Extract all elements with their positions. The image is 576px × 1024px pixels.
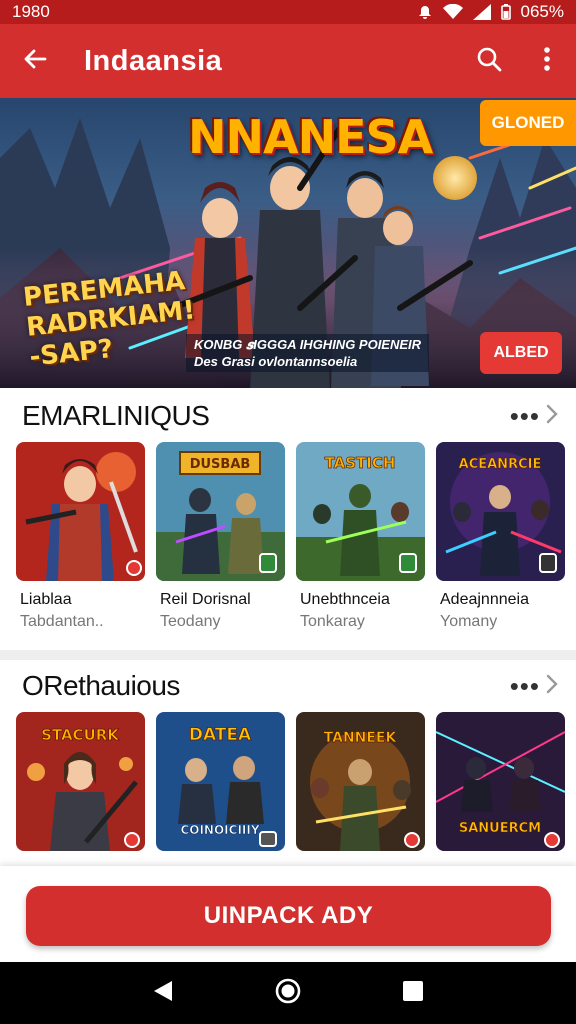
- game-card[interactable]: TANNEEK: [296, 712, 425, 861]
- nav-recents-icon: [402, 980, 424, 1007]
- section-header: ORethauious •••: [0, 660, 576, 712]
- game-card[interactable]: STACURK: [16, 712, 145, 861]
- more-dots-icon: •••: [509, 401, 540, 431]
- game-card[interactable]: TASTICH Unebthnceia Tonkaray: [296, 442, 425, 631]
- game-thumbnail: DUSBAB: [156, 442, 285, 581]
- hero-caption-line1: KONBG 𝒔IGGGA IHGHING POIENEIR: [194, 337, 422, 352]
- status-badge-bottom[interactable]: ALBED: [480, 332, 562, 374]
- game-name: Reil Dorisnal: [160, 591, 251, 608]
- page-title: Indaansia: [84, 44, 223, 77]
- game-thumbnail: DATEA COINOICIIIY: [156, 712, 285, 851]
- app-bar: Indaansia: [0, 24, 576, 98]
- back-button[interactable]: [0, 24, 70, 98]
- game-thumbnail: STACURK: [16, 712, 145, 851]
- section-title: EMARLINIQUS: [22, 400, 210, 431]
- notification-icon: [417, 4, 433, 20]
- game-subtitle: Yomany: [440, 613, 498, 630]
- search-icon: [475, 45, 503, 78]
- status-bar: 1980 065%: [0, 0, 576, 24]
- signal-icon: [472, 4, 491, 20]
- game-banner-text: TANNEEK: [324, 730, 398, 746]
- battery-icon: [500, 4, 511, 20]
- game-card[interactable]: DATEA COINOICIIIY: [156, 712, 285, 861]
- nav-home-icon: [275, 978, 301, 1009]
- game-thumbnail: ACEANRCIE: [436, 442, 565, 581]
- section-more-button[interactable]: •••: [510, 673, 558, 699]
- section-1: EMARLINIQUS ••• Liablaa Tabdantan.. DUSB…: [0, 390, 576, 631]
- game-thumbnail: [16, 442, 145, 581]
- search-button[interactable]: [460, 24, 518, 98]
- status-icons: 065%: [417, 2, 564, 22]
- game-banner-text: STACURK: [41, 726, 120, 744]
- game-name: Liablaa: [20, 591, 72, 608]
- game-subtitle: Tonkaray: [300, 613, 365, 630]
- overflow-menu-icon: [543, 46, 551, 77]
- game-subtitle: Tabdantan..: [20, 613, 104, 630]
- hero-slogan: PEREMAHA RADRKIAM! -SAP?: [21, 266, 197, 373]
- hero-caption-line2: Des Grasi ovlontannsoelia: [194, 354, 358, 369]
- game-banner-text: TASTICH: [325, 454, 396, 472]
- game-card[interactable]: DUSBAB Reil Dorisnal Teodany: [156, 442, 285, 631]
- card-row: Liablaa Tabdantan.. DUSBAB Reil Dorisnal…: [0, 442, 576, 631]
- nav-home-button[interactable]: [264, 969, 312, 1017]
- game-banner-text: SANUERCM: [459, 821, 541, 836]
- game-thumbnail: TASTICH: [296, 442, 425, 581]
- nav-recents-button[interactable]: [389, 969, 437, 1017]
- game-banner-text: DUSBAB: [190, 457, 251, 472]
- game-name: Adeajnnneia: [440, 591, 529, 608]
- chevron-right-icon: [546, 404, 558, 429]
- system-nav-bar: [0, 962, 576, 1024]
- battery-percent: 065%: [520, 2, 564, 21]
- overflow-menu-button[interactable]: [518, 24, 576, 98]
- game-card[interactable]: SANUERCM: [436, 712, 565, 861]
- nav-back-button[interactable]: [139, 969, 187, 1017]
- section-more-button[interactable]: •••: [510, 403, 558, 429]
- game-thumbnail: TANNEEK: [296, 712, 425, 851]
- chevron-right-icon: [546, 674, 558, 699]
- game-bottom-text: COINOICIIIY: [180, 823, 259, 837]
- game-card[interactable]: Liablaa Tabdantan..: [16, 442, 145, 631]
- section-2: ORethauious ••• STACURK DATEA COINOICIII…: [0, 660, 576, 861]
- game-thumbnail: SANUERCM: [436, 712, 565, 851]
- section-header: EMARLINIQUS •••: [0, 390, 576, 442]
- game-banner-text: ACEANRCIE: [459, 457, 542, 472]
- game-card[interactable]: ACEANRCIE Adeajnnneia Yomany: [436, 442, 565, 631]
- wifi-icon: [442, 4, 463, 20]
- back-arrow-icon: [21, 45, 49, 78]
- card-row: STACURK DATEA COINOICIIIY TANNEEK SANUER…: [0, 712, 576, 861]
- status-badge-top: GLONED: [480, 100, 576, 146]
- game-subtitle: Teodany: [160, 613, 221, 630]
- unpack-button[interactable]: UINPACK ADY: [26, 886, 551, 946]
- section-title: ORethauious: [22, 670, 180, 701]
- bottom-action-bar: UINPACK ADY: [0, 866, 576, 962]
- hero-caption: KONBG 𝒔IGGGA IHGHING POIENEIR Des Grasi …: [186, 334, 430, 372]
- game-banner-text: DATEA: [189, 725, 252, 745]
- nav-back-icon: [152, 979, 174, 1008]
- hero-title: NNANESA: [188, 110, 433, 164]
- more-dots-icon: •••: [509, 671, 540, 701]
- hero-banner[interactable]: NNANESA PEREMAHA RADRKIAM! -SAP? KONBG 𝒔…: [0, 98, 576, 388]
- status-time: 1980: [12, 2, 50, 21]
- section-divider: [0, 650, 576, 660]
- game-name: Unebthnceia: [300, 591, 390, 608]
